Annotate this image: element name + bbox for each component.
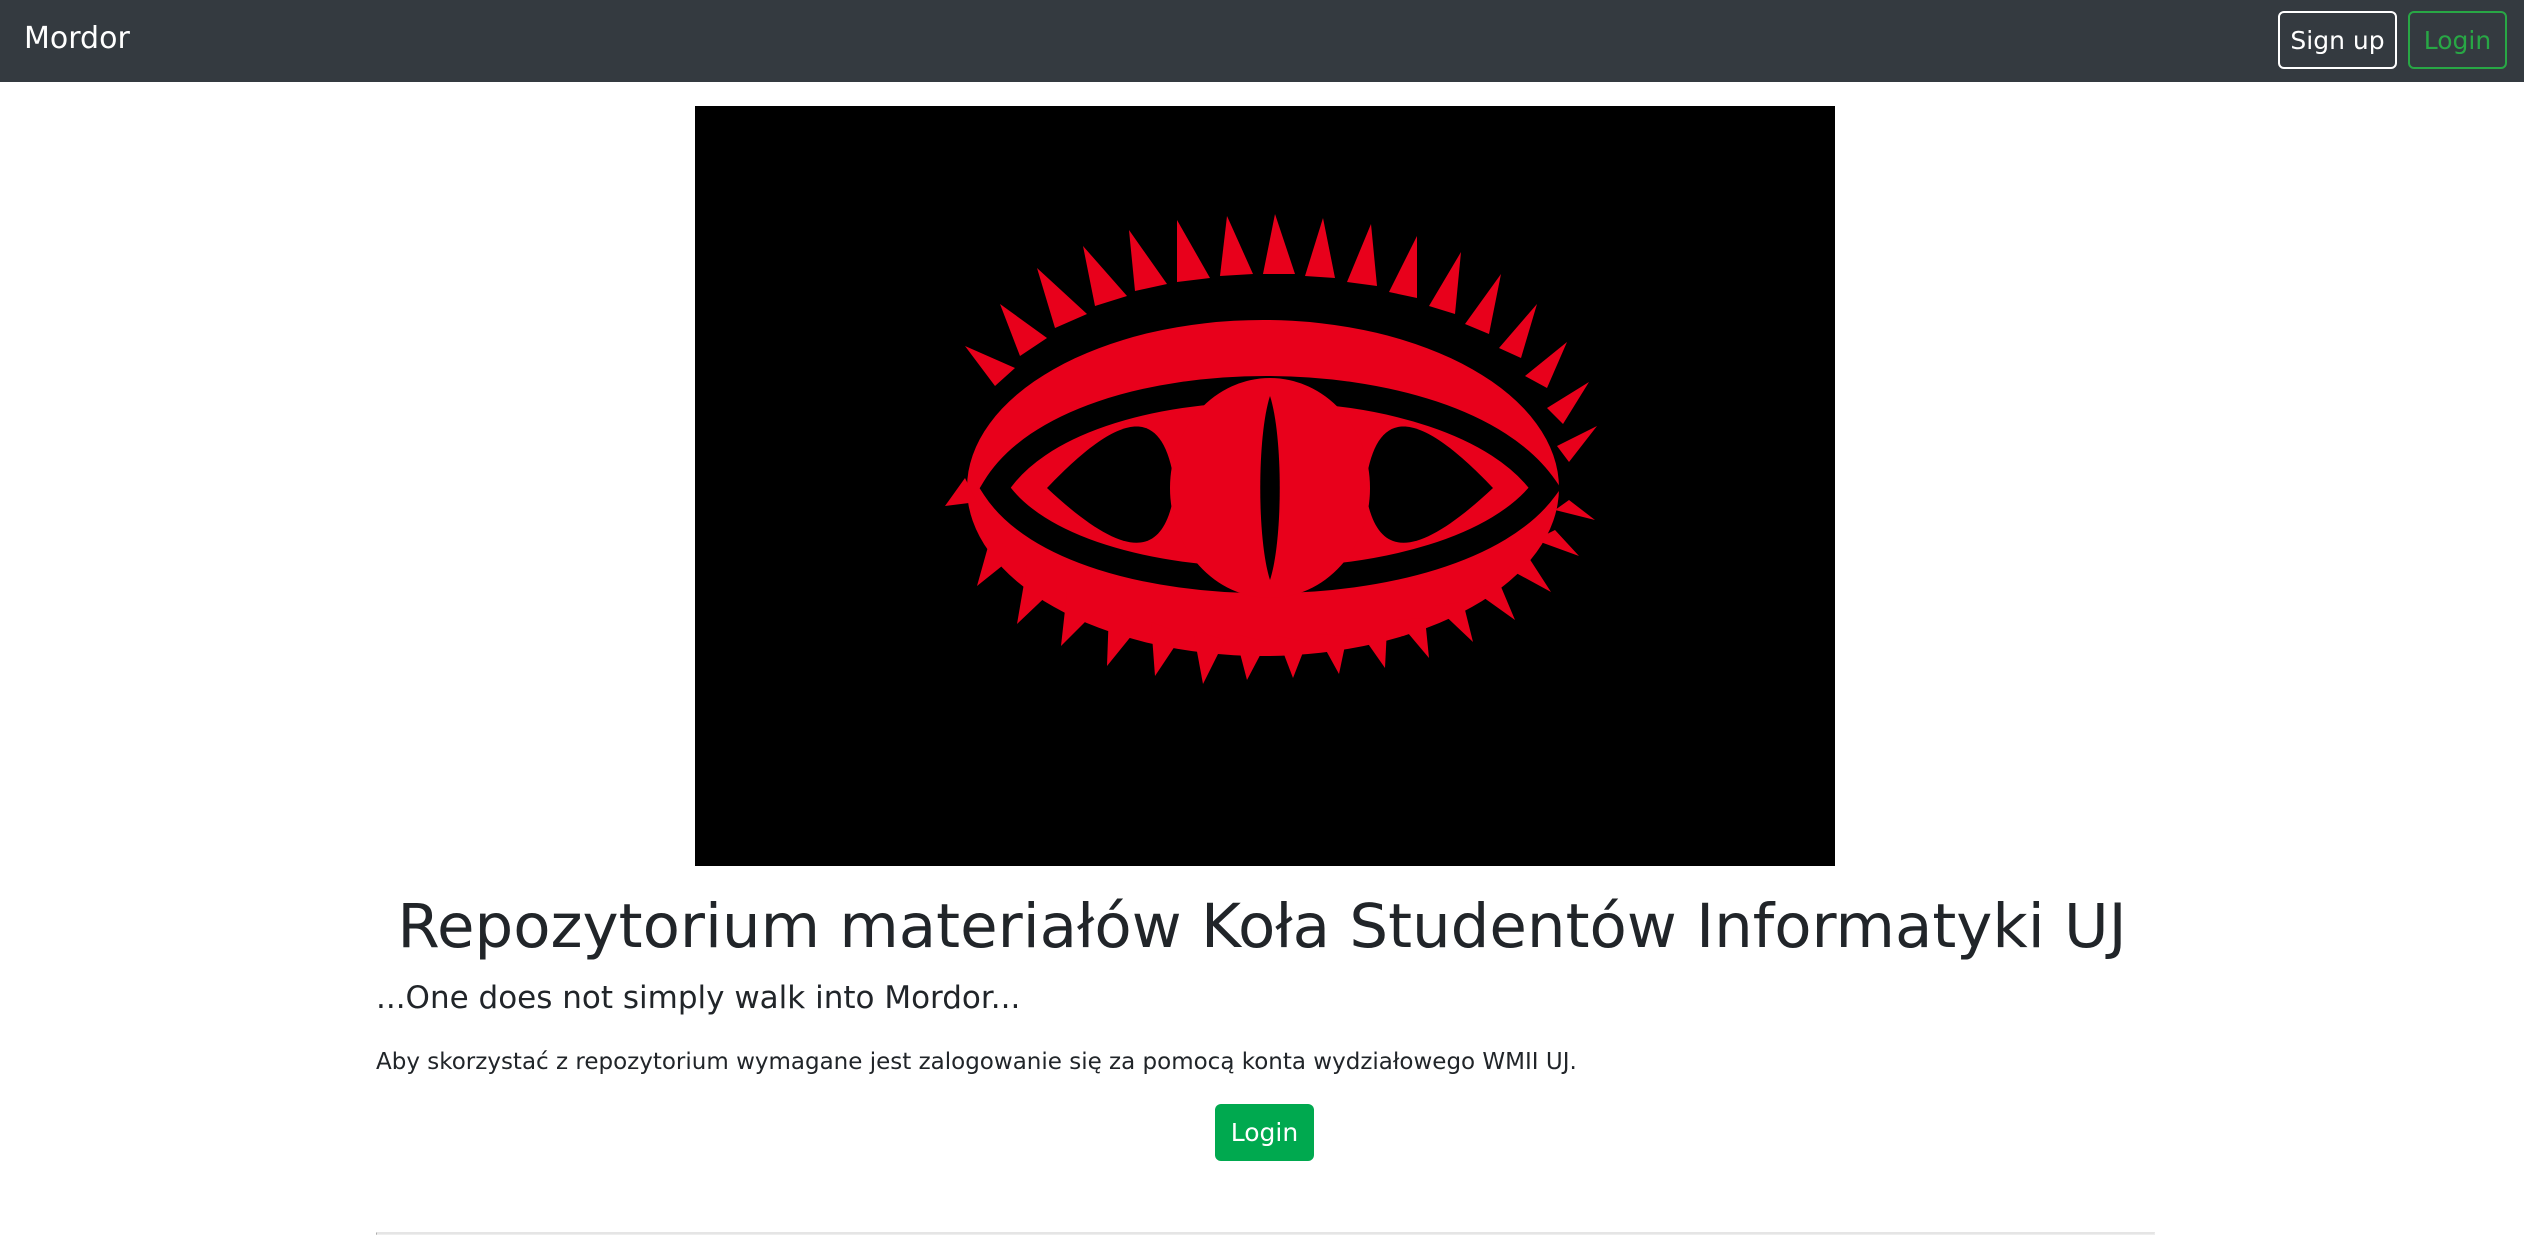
navbar-login-button[interactable]: Login: [2408, 11, 2507, 69]
eye-of-sauron-icon: [695, 106, 1835, 866]
login-info-text: Aby skorzystać z repozytorium wymagane j…: [376, 1049, 1577, 1075]
signup-button[interactable]: Sign up: [2278, 11, 2397, 69]
page-title: Repozytorium materiałów Koła Studentów I…: [397, 891, 2127, 962]
brand-link[interactable]: Mordor: [24, 18, 130, 60]
main-login-button[interactable]: Login: [1215, 1104, 1314, 1161]
page-subtitle: ...One does not simply walk into Mordor.…: [376, 980, 1021, 1016]
hero-image: [695, 106, 1835, 866]
navbar: Mordor Sign up Login: [0, 0, 2524, 82]
